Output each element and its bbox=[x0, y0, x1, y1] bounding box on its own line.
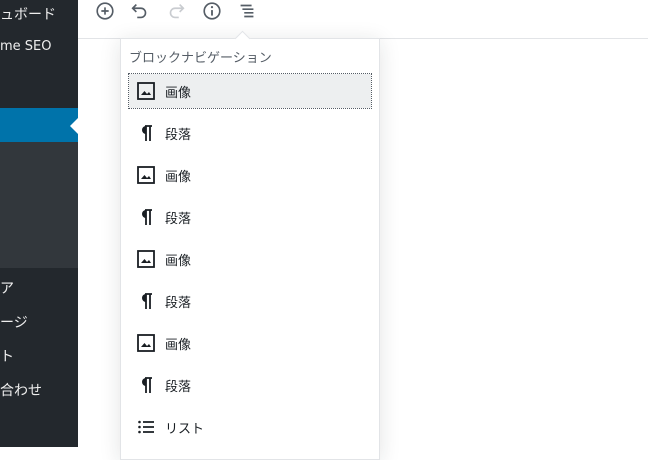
nav-item-label: 画像 bbox=[165, 169, 192, 185]
nav-item-paragraph[interactable]: 段落 bbox=[129, 368, 371, 402]
sidebar-item-contact[interactable]: 合わせ bbox=[0, 380, 42, 400]
redo-icon bbox=[165, 0, 187, 26]
sidebar-item-comments[interactable]: ト bbox=[0, 346, 14, 366]
sidebar-active-indicator bbox=[70, 118, 78, 134]
nav-item-image[interactable]: 画像 bbox=[129, 242, 371, 276]
redo-button[interactable] bbox=[164, 1, 188, 25]
nav-item-image[interactable]: 画像 bbox=[129, 326, 371, 360]
admin-sidebar: ュボード me SEO ア ージ ト 合わせ bbox=[0, 0, 78, 447]
undo-button[interactable] bbox=[128, 1, 152, 25]
editor-toolbar bbox=[78, 0, 648, 39]
list-icon bbox=[136, 417, 156, 437]
nav-item-label: 段落 bbox=[165, 127, 192, 143]
info-icon bbox=[201, 0, 223, 26]
nav-item-image[interactable]: 画像 bbox=[128, 73, 372, 109]
nav-item-label: 段落 bbox=[165, 379, 192, 395]
nav-item-paragraph[interactable]: 段落 bbox=[129, 200, 371, 234]
sidebar-item-pages[interactable]: ージ bbox=[0, 312, 28, 332]
sidebar-item-media[interactable]: ア bbox=[0, 278, 14, 298]
image-icon bbox=[136, 81, 156, 101]
nav-item-label: 画像 bbox=[165, 337, 192, 353]
sidebar-item-posts-active[interactable] bbox=[0, 108, 78, 142]
paragraph-icon bbox=[136, 375, 156, 395]
paragraph-icon bbox=[136, 123, 156, 143]
block-navigation-popover: ブロックナビゲーション 画像 段落 画像 段落 画像 段落 画像 段落 リスト bbox=[120, 30, 380, 460]
nav-item-list[interactable]: リスト bbox=[129, 410, 371, 444]
block-navigation-button[interactable] bbox=[235, 1, 259, 25]
paragraph-icon bbox=[136, 291, 156, 311]
nav-item-label: リスト bbox=[165, 421, 205, 437]
add-block-button[interactable] bbox=[93, 1, 117, 25]
sidebar-item-seo[interactable]: me SEO bbox=[0, 39, 52, 54]
nav-item-label: 段落 bbox=[165, 211, 192, 227]
nav-item-paragraph[interactable]: 段落 bbox=[129, 116, 371, 150]
undo-icon bbox=[129, 0, 151, 26]
nav-item-paragraph[interactable]: 段落 bbox=[129, 284, 371, 318]
sidebar-item-dashboard[interactable]: ュボード bbox=[0, 4, 56, 24]
nav-item-label: 画像 bbox=[165, 253, 192, 269]
sidebar-submenu bbox=[0, 142, 78, 268]
nav-item-label: 画像 bbox=[165, 85, 192, 101]
block-navigation-icon bbox=[236, 0, 258, 26]
nav-item-label: 段落 bbox=[165, 295, 192, 311]
paragraph-icon bbox=[136, 207, 156, 227]
image-icon bbox=[136, 333, 156, 353]
nav-item-image[interactable]: 画像 bbox=[129, 158, 371, 192]
content-info-button[interactable] bbox=[200, 1, 224, 25]
popover-title: ブロックナビゲーション bbox=[129, 51, 272, 66]
image-icon bbox=[136, 249, 156, 269]
plus-circle-icon bbox=[94, 0, 116, 26]
image-icon bbox=[136, 165, 156, 185]
